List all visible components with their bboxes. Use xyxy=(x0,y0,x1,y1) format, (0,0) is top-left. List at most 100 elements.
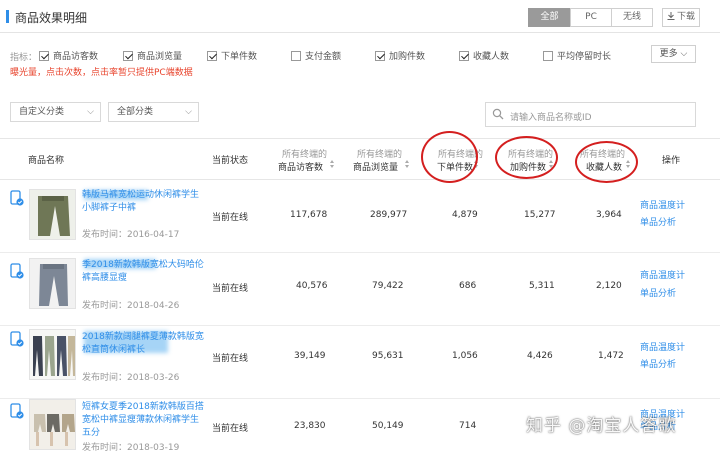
checkbox-unchecked[interactable] xyxy=(543,50,553,61)
checkbox-checked[interactable] xyxy=(459,50,469,61)
table-row: 韩版马裤宽松运动休闲裤学生小脚裤子中裤 发布时间：2016-04-17 当前在线… xyxy=(0,180,720,253)
highlight-circle xyxy=(495,136,558,179)
header-pageviews[interactable]: 商品浏览量 xyxy=(353,160,398,173)
visitors-cell: 23,830 xyxy=(294,421,326,431)
table-row: 2018新款阔腿裤夏薄款韩版宽松直筒休闲裤长 发布时间：2018-03-26 当… xyxy=(0,326,720,399)
status-cell: 当前在线 xyxy=(212,213,249,223)
product-thumbnail[interactable] xyxy=(29,189,76,240)
checkbox-checked[interactable] xyxy=(207,50,217,61)
sort-icon[interactable] xyxy=(405,160,410,169)
item-analysis-link[interactable]: 单品分析 xyxy=(640,286,676,299)
orders-cell: 714 xyxy=(459,421,477,431)
metric-payment[interactable]: 支付金额 xyxy=(291,49,341,62)
select-value: 自定义分类 xyxy=(19,107,65,117)
download-label: 下载 xyxy=(676,12,695,22)
pageviews-cell: 50,149 xyxy=(372,421,404,431)
product-title-link[interactable]: 韩版马裤宽松运动休闲裤学生小脚裤子中裤 xyxy=(82,189,205,215)
publish-date: 发布时间：2018-03-26 xyxy=(82,373,180,383)
header-visitors[interactable]: 商品访客数 xyxy=(278,160,323,173)
search-icon xyxy=(492,108,504,120)
metric-label: 收藏人数 xyxy=(473,52,510,62)
visitors-cell: 39,149 xyxy=(294,351,326,361)
checkbox-unchecked[interactable] xyxy=(291,50,301,61)
header-range-prefix: 所有终端的 xyxy=(282,150,328,160)
publish-date: 发布时间：2018-04-26 xyxy=(82,301,180,311)
metric-label: 支付金额 xyxy=(305,52,342,62)
cart-cell: 4,426 xyxy=(527,351,553,361)
status-cell: 当前在线 xyxy=(212,354,249,364)
product-title-link[interactable]: 短裤女夏季2018新款韩版百搭宽松中裤显瘦薄款休闲裤学生五分 xyxy=(82,401,205,440)
chevron-down-icon: ⌵ xyxy=(87,107,94,117)
visitors-cell: 117,678 xyxy=(290,210,328,220)
segment-pc[interactable]: PC xyxy=(570,8,612,27)
select-value: 全部分类 xyxy=(117,107,154,117)
product-search-input[interactable]: 请输入商品名称或ID xyxy=(485,102,696,127)
metric-label: 平均停留时长 xyxy=(557,52,612,62)
metric-label: 商品访客数 xyxy=(53,52,99,62)
custom-category-select[interactable]: 自定义分类 ⌵ xyxy=(10,102,101,122)
metric-cart[interactable]: 加购件数 xyxy=(375,49,425,62)
metrics-label: 指标： xyxy=(10,53,38,63)
checkbox-checked[interactable] xyxy=(39,50,49,61)
page-header: 商品效果明细 全部 PC 无线 下载 xyxy=(0,0,720,33)
mobile-check-icon xyxy=(10,190,24,206)
favorites-cell: 3,964 xyxy=(596,210,622,220)
product-title-link[interactable]: 2018新款阔腿裤夏薄款韩版宽松直筒休闲裤长 xyxy=(82,331,205,357)
favorites-cell: 2,120 xyxy=(596,281,622,291)
product-thermometer-link[interactable]: 商品温度计 xyxy=(640,340,685,353)
cart-cell: 5,311 xyxy=(529,281,555,291)
product-thermometer-link[interactable]: 商品温度计 xyxy=(640,268,685,281)
product-thumbnail[interactable] xyxy=(29,399,76,450)
page-title: 商品效果明细 xyxy=(15,11,88,25)
status-cell: 当前在线 xyxy=(212,424,249,434)
pageviews-cell: 95,631 xyxy=(372,351,404,361)
header-ops: 操作 xyxy=(662,156,681,166)
mobile-check-icon xyxy=(10,263,24,279)
status-cell: 当前在线 xyxy=(212,284,249,294)
download-icon xyxy=(667,12,675,20)
segment-wireless[interactable]: 无线 xyxy=(611,8,653,27)
metric-label: 商品浏览量 xyxy=(137,52,183,62)
all-category-select[interactable]: 全部分类 ⌵ xyxy=(108,102,199,122)
cart-cell: 15,277 xyxy=(524,210,556,220)
product-title-link[interactable]: 季2018新款韩版宽松大码哈伦裤高腰显瘦 xyxy=(82,259,205,285)
metric-orders[interactable]: 下单件数 xyxy=(207,49,257,62)
item-analysis-link[interactable]: 单品分析 xyxy=(640,357,676,370)
pageviews-cell: 289,977 xyxy=(370,210,408,220)
orders-cell: 1,056 xyxy=(452,351,478,361)
metric-favorites[interactable]: 收藏人数 xyxy=(459,49,509,62)
table-row: 季2018新款韩版宽松大码哈伦裤高腰显瘦 发布时间：2018-04-26 当前在… xyxy=(0,253,720,326)
metric-avg-stay[interactable]: 平均停留时长 xyxy=(543,49,611,62)
download-button[interactable]: 下载 xyxy=(662,8,700,27)
metric-label: 加购件数 xyxy=(389,52,426,62)
title-accent-bar xyxy=(6,10,9,23)
metric-visitors[interactable]: 商品访客数 xyxy=(39,49,98,62)
more-metrics-button[interactable]: 更多 ⌵ xyxy=(651,45,696,63)
visitors-cell: 40,576 xyxy=(296,281,328,291)
mobile-check-icon xyxy=(10,403,24,419)
orders-cell: 686 xyxy=(459,281,477,291)
favorites-cell: 1,472 xyxy=(598,351,624,361)
header-status: 当前状态 xyxy=(212,156,249,166)
pageviews-cell: 79,422 xyxy=(372,281,404,291)
item-analysis-link[interactable]: 单品分析 xyxy=(640,215,676,228)
product-thumbnail[interactable] xyxy=(29,258,76,309)
mobile-check-icon xyxy=(10,331,24,347)
publish-date: 发布时间：2016-04-17 xyxy=(82,230,180,240)
checkbox-checked[interactable] xyxy=(375,50,385,61)
metric-label: 下单件数 xyxy=(221,52,258,62)
watermark-text: 知乎 @淘宝人答歌 xyxy=(526,416,677,436)
checkbox-checked[interactable] xyxy=(123,50,133,61)
highlight-circle xyxy=(421,131,478,183)
orders-cell: 4,879 xyxy=(452,210,478,220)
pc-only-notice: 曝光量，点击次数，点击率暂只提供PC端数据 xyxy=(10,68,193,78)
product-thumbnail[interactable] xyxy=(29,329,76,380)
search-placeholder: 请输入商品名称或ID xyxy=(510,113,592,123)
chevron-down-icon: ⌵ xyxy=(185,107,192,117)
sort-icon[interactable] xyxy=(330,160,335,169)
segment-all[interactable]: 全部 xyxy=(528,8,571,27)
metric-pageviews[interactable]: 商品浏览量 xyxy=(123,49,182,62)
header-range-prefix: 所有终端的 xyxy=(357,150,403,160)
product-thermometer-link[interactable]: 商品温度计 xyxy=(640,198,685,211)
more-label: 更多 xyxy=(659,49,678,59)
